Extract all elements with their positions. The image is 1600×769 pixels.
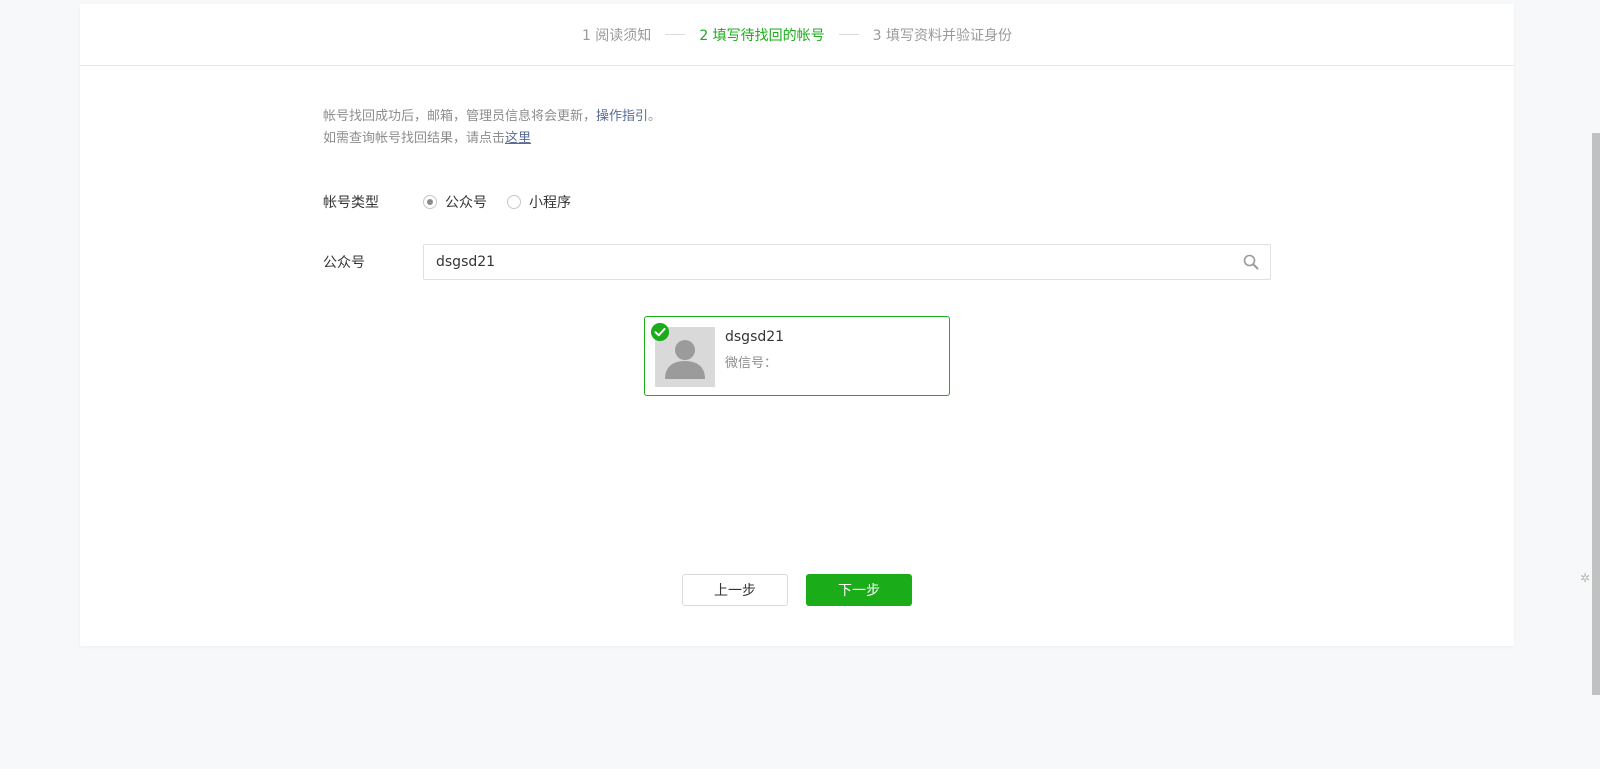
step-1: 1 阅读须知	[581, 27, 652, 44]
notice-text: 帐号找回成功后，邮箱，管理员信息将会更新，操作指引。 如需查询帐号找回结果，请点…	[323, 106, 661, 150]
notice-line-1-suffix: 。	[648, 109, 662, 124]
step-3: 3 填写资料并验证身份	[872, 27, 1013, 44]
scrollbar[interactable]	[1592, 0, 1600, 769]
radio-mini-program[interactable]: 小程序	[507, 192, 571, 212]
result-wechat-id: 微信号：	[725, 356, 778, 371]
recovery-card: 1 阅读须知 2 填写待找回的帐号 3 填写资料并验证身份 帐号找回成功后，邮箱…	[80, 4, 1514, 646]
check-icon	[651, 323, 669, 341]
search-row: 公众号	[323, 244, 1271, 280]
step-separator	[665, 34, 686, 35]
radio-official-account[interactable]: 公众号	[423, 192, 487, 212]
account-search-input[interactable]	[434, 253, 1242, 271]
radio-unchecked-icon	[507, 195, 521, 209]
account-type-row: 帐号类型 公众号 小程序	[323, 192, 591, 212]
next-step-button[interactable]: 下一步	[806, 574, 912, 606]
search-icon[interactable]	[1242, 253, 1260, 271]
radio-checked-icon	[423, 195, 437, 209]
notice-line-2-text: 如需查询帐号找回结果，请点击	[323, 131, 506, 146]
notice-line-2: 如需查询帐号找回结果，请点击这里	[323, 128, 661, 150]
radio-label-official-account: 公众号	[445, 195, 487, 211]
radio-label-mini-program: 小程序	[529, 195, 571, 211]
notice-line-1: 帐号找回成功后，邮箱，管理员信息将会更新，操作指引。	[323, 106, 661, 128]
result-query-link[interactable]: 这里	[505, 131, 531, 146]
step-separator	[838, 34, 859, 35]
search-box	[423, 244, 1271, 280]
pin-icon[interactable]: ✲	[1580, 571, 1590, 585]
account-type-label: 帐号类型	[323, 195, 379, 211]
guide-link[interactable]: 操作指引	[596, 109, 648, 124]
account-result-card[interactable]: dsgsd21 微信号：	[644, 316, 950, 396]
result-account-name: dsgsd21	[725, 329, 785, 345]
step-bar: 1 阅读须知 2 填写待找回的帐号 3 填写资料并验证身份	[80, 4, 1514, 66]
scrollbar-thumb[interactable]	[1592, 133, 1600, 695]
notice-line-1-text: 帐号找回成功后，邮箱，管理员信息将会更新，	[323, 109, 597, 124]
prev-step-button[interactable]: 上一步	[682, 574, 788, 606]
step-2-active: 2 填写待找回的帐号	[699, 27, 825, 44]
search-label: 公众号	[323, 255, 365, 271]
